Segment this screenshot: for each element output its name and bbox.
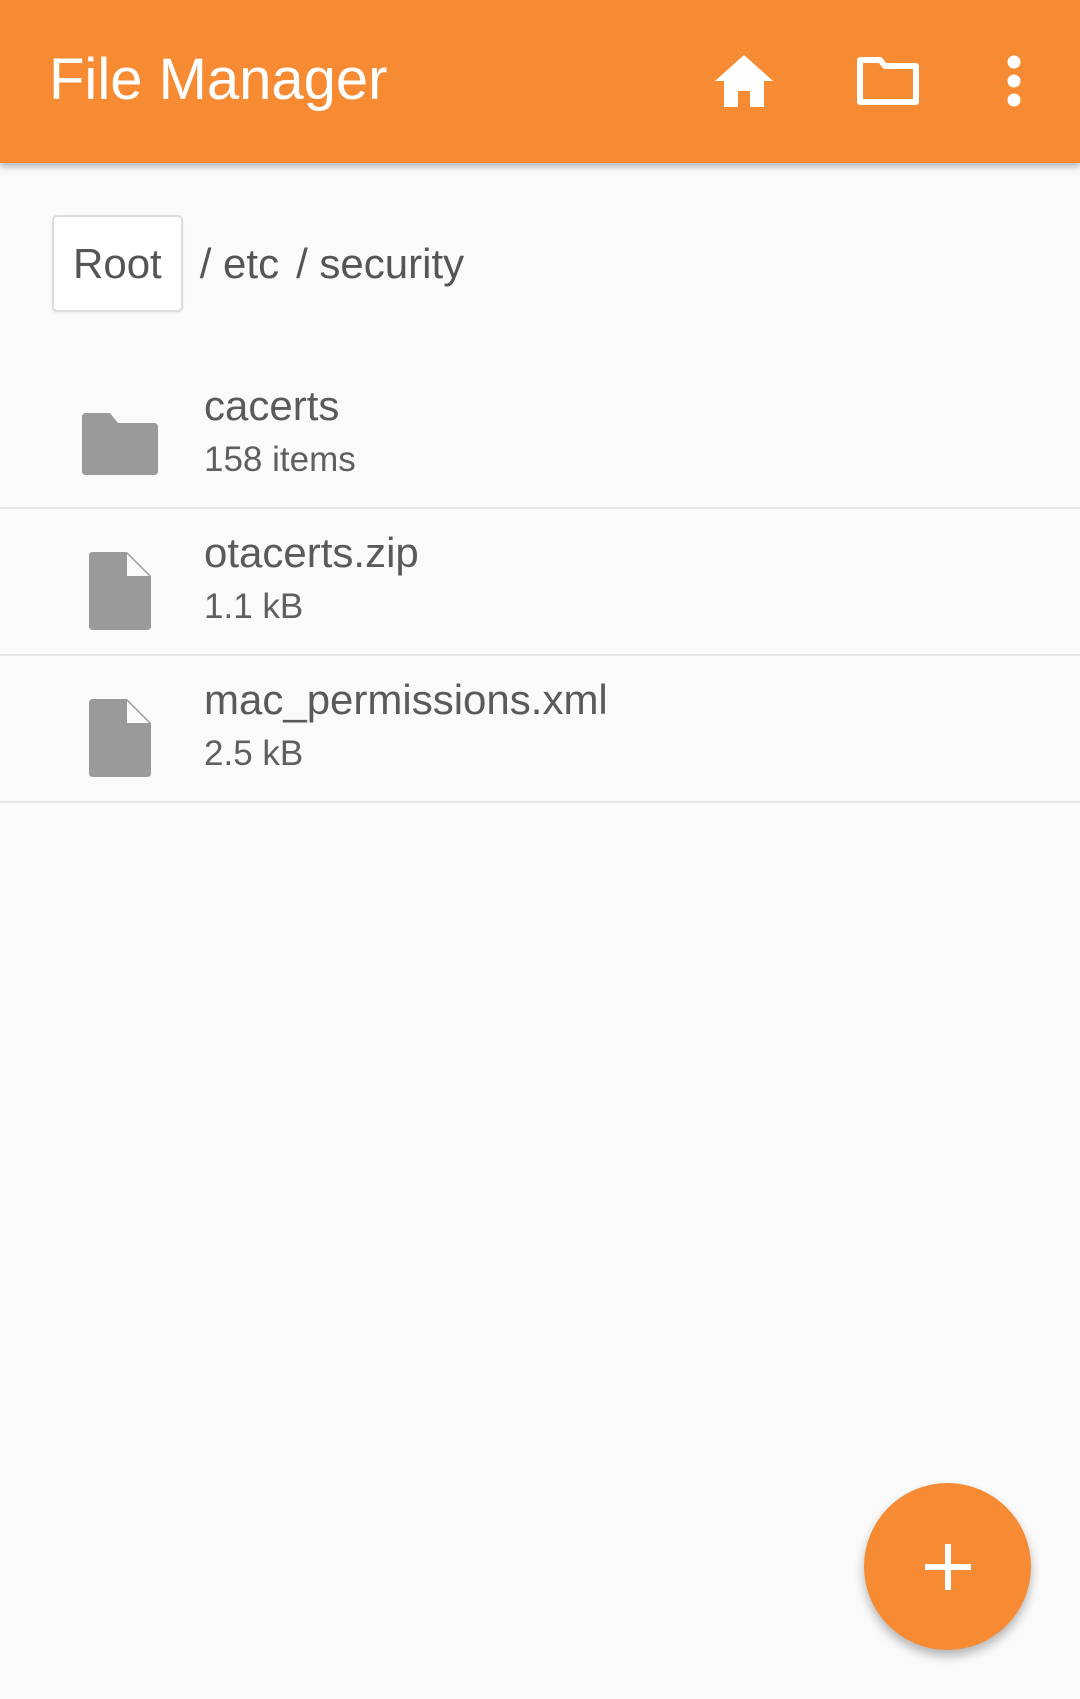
- home-icon: [715, 55, 773, 107]
- file-icon: [78, 549, 162, 633]
- folder-icon: [78, 402, 162, 486]
- more-vert-icon: [1007, 55, 1021, 107]
- breadcrumb-security[interactable]: / security: [296, 240, 464, 288]
- home-button[interactable]: [704, 41, 784, 121]
- folder-icon: [857, 57, 919, 105]
- file-meta: 1.1 kB: [204, 587, 304, 626]
- file-list: cacerts 158 items otacerts.zip 1.1 kB ma…: [0, 362, 1080, 803]
- file-name: cacerts: [204, 382, 340, 429]
- list-item[interactable]: mac_permissions.xml 2.5 kB: [0, 656, 1080, 803]
- breadcrumb: Root / etc / security: [52, 215, 464, 312]
- breadcrumb-root[interactable]: Root: [52, 215, 183, 312]
- overflow-menu-button[interactable]: [974, 41, 1054, 121]
- app-title: File Manager: [49, 47, 388, 112]
- file-meta: 2.5 kB: [204, 734, 304, 773]
- file-name: mac_permissions.xml: [204, 676, 608, 723]
- plus-icon: [924, 1543, 971, 1590]
- file-meta: 158 items: [204, 440, 356, 479]
- file-icon: [78, 696, 162, 780]
- app-bar: File Manager: [0, 0, 1080, 163]
- list-item[interactable]: otacerts.zip 1.1 kB: [0, 509, 1080, 656]
- breadcrumb-etc[interactable]: / etc: [200, 240, 279, 288]
- file-name: otacerts.zip: [204, 529, 419, 576]
- folder-button[interactable]: [848, 41, 928, 121]
- list-item[interactable]: cacerts 158 items: [0, 362, 1080, 509]
- add-button[interactable]: [864, 1483, 1031, 1650]
